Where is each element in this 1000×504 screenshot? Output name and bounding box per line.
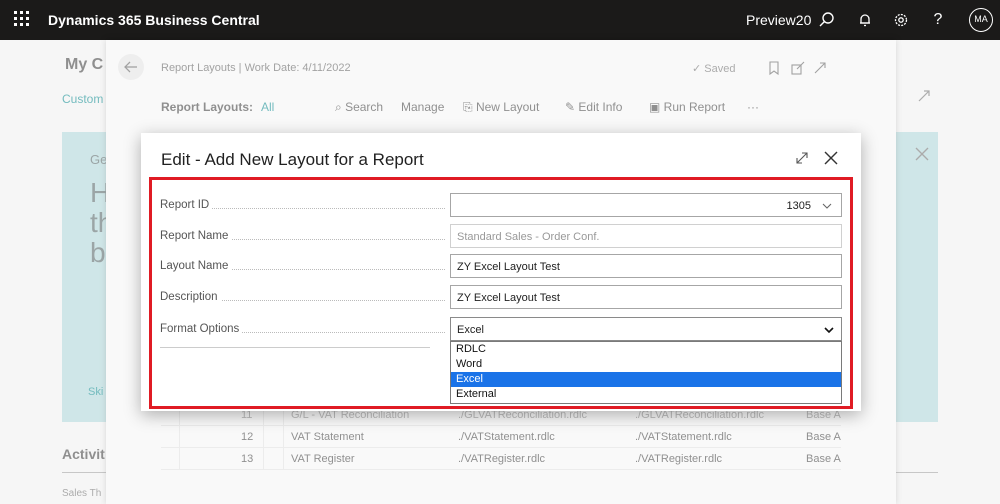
report-name-label: Report Name: [160, 230, 232, 242]
report-name-field: Standard Sales - Order Conf.: [450, 224, 842, 248]
report-id-field[interactable]: 1305: [450, 193, 842, 217]
chevron-down-icon[interactable]: [823, 324, 835, 336]
option-rdlc[interactable]: RDLC: [451, 342, 841, 357]
layout-name-label: Layout Name: [160, 260, 232, 272]
option-external[interactable]: External: [451, 387, 841, 402]
description-field[interactable]: ZY Excel Layout Test: [450, 285, 842, 309]
report-id-row: Report ID 1305: [160, 193, 844, 217]
close-icon[interactable]: [821, 148, 841, 168]
format-options-row: Format Options Excel: [160, 317, 844, 341]
description-row: Description ZY Excel Layout Test: [160, 285, 844, 309]
app-brand[interactable]: Dynamics 365 Business Central: [48, 12, 260, 28]
layout-name-field[interactable]: ZY Excel Layout Test: [450, 254, 842, 278]
format-options-select[interactable]: Excel: [450, 317, 842, 341]
option-excel[interactable]: Excel: [451, 372, 841, 387]
help-icon[interactable]: ?: [928, 10, 948, 30]
app-bar: Dynamics 365 Business Central Preview20 …: [0, 0, 1000, 40]
format-options-dropdown: RDLC Word Excel External: [450, 341, 842, 404]
dialog-title: Edit - Add New Layout for a Report: [161, 150, 424, 169]
environment-name[interactable]: Preview20: [746, 12, 811, 28]
waffle-icon[interactable]: [14, 11, 30, 27]
avatar[interactable]: MA: [969, 8, 993, 32]
report-id-label: Report ID: [160, 199, 213, 211]
gear-icon[interactable]: [891, 10, 911, 30]
layout-name-row: Layout Name ZY Excel Layout Test: [160, 254, 844, 278]
report-name-row: Report Name Standard Sales - Order Conf.: [160, 224, 844, 248]
chevron-down-icon[interactable]: [821, 200, 833, 212]
format-options-label: Format Options: [160, 323, 243, 335]
search-icon[interactable]: [817, 10, 837, 30]
option-word[interactable]: Word: [451, 357, 841, 372]
divider: [160, 347, 430, 348]
expand-icon[interactable]: [793, 149, 811, 167]
bell-icon[interactable]: [855, 10, 875, 30]
description-label: Description: [160, 291, 221, 303]
